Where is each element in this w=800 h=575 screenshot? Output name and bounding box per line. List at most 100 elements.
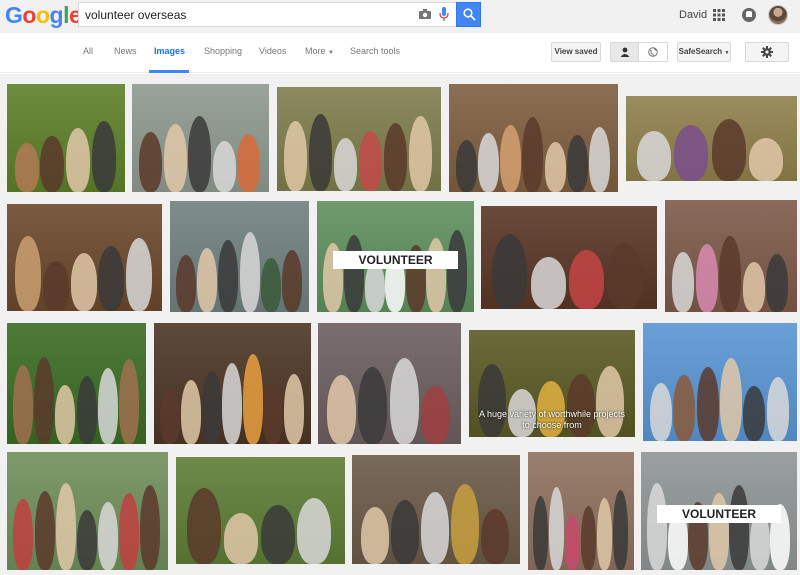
camera-icon[interactable] (419, 9, 431, 19)
photo-subject (261, 505, 295, 564)
photo-subject (447, 230, 467, 312)
photo-subject (98, 502, 118, 570)
notifications-icon[interactable] (742, 8, 756, 22)
image-caption: VOLUNTEER (332, 250, 459, 269)
photo-subject (549, 487, 564, 570)
photo-subject (181, 380, 201, 444)
photo-subject (359, 131, 382, 191)
image-result-thumbnail[interactable] (665, 200, 797, 312)
photo-subject (567, 135, 588, 192)
logo-letter: o (35, 2, 50, 28)
image-caption: VOLUNTEER (656, 505, 782, 524)
photo-subject (481, 509, 509, 564)
microphone-icon[interactable] (439, 7, 449, 22)
photo-subject (767, 377, 789, 441)
photo-subject (697, 367, 719, 441)
image-result-thumbnail[interactable] (626, 96, 797, 181)
avatar[interactable] (768, 5, 788, 25)
photo-subject (13, 365, 33, 444)
tab-all[interactable]: All (83, 46, 93, 56)
photo-subject (213, 141, 236, 192)
tab-more[interactable]: More ▼ (305, 46, 334, 56)
photo-subject (224, 513, 258, 564)
image-result-thumbnail[interactable] (7, 84, 125, 192)
image-result-thumbnail[interactable]: A huge variety of worthwhile projects to… (469, 330, 635, 437)
photo-subject (743, 386, 765, 441)
photo-subject (261, 258, 281, 312)
image-result-thumbnail[interactable] (481, 206, 657, 309)
photo-subject (390, 358, 419, 444)
photo-subject (77, 376, 97, 444)
image-result-thumbnail[interactable] (7, 323, 146, 444)
safesearch-dropdown[interactable]: SafeSearch ▼ (677, 42, 731, 62)
google-logo[interactable]: Google (5, 2, 82, 28)
photo-subject (545, 142, 566, 192)
safesearch-label: SafeSearch (678, 47, 723, 56)
search-button[interactable] (456, 2, 481, 27)
account-name[interactable]: David (679, 9, 707, 21)
photo-subject (327, 375, 356, 444)
photo-subject (522, 117, 543, 192)
photo-subject (720, 358, 742, 441)
photo-subject (729, 485, 749, 570)
tab-news[interactable]: News (114, 46, 137, 56)
view-saved-button[interactable]: View saved (551, 42, 601, 62)
active-tab-indicator (149, 70, 189, 73)
image-result-thumbnail[interactable] (643, 323, 797, 441)
image-result-thumbnail[interactable] (7, 452, 168, 570)
image-result-thumbnail[interactable] (449, 84, 618, 192)
photo-subject (40, 136, 64, 192)
image-result-thumbnail[interactable] (132, 84, 269, 192)
tab-videos[interactable]: Videos (259, 46, 286, 56)
top-bar: Google David (0, 0, 800, 33)
image-result-thumbnail[interactable] (154, 323, 311, 444)
photo-subject (297, 498, 331, 564)
settings-button[interactable] (745, 42, 789, 62)
photo-subject (456, 140, 477, 192)
photo-subject (712, 119, 746, 181)
search-box (78, 2, 456, 27)
photo-subject (569, 250, 604, 309)
tab-search-tools[interactable]: Search tools (350, 46, 400, 56)
personal-results-button[interactable] (611, 43, 639, 61)
image-result-thumbnail[interactable] (528, 452, 634, 570)
global-results-button[interactable] (639, 43, 667, 61)
photo-subject (696, 244, 718, 312)
photo-subject (188, 116, 211, 192)
photo-subject (719, 236, 741, 312)
photo-subject (344, 235, 364, 312)
photo-subject (282, 250, 302, 312)
photo-subject (71, 253, 97, 311)
chevron-down-icon: ▼ (328, 50, 334, 56)
photo-subject (66, 128, 90, 192)
image-result-thumbnail[interactable] (176, 457, 345, 564)
photo-subject (237, 134, 260, 192)
tab-shopping[interactable]: Shopping (204, 46, 242, 56)
photo-subject (43, 261, 69, 311)
image-result-thumbnail[interactable] (170, 201, 309, 312)
photo-subject (674, 125, 708, 181)
photo-subject (421, 492, 449, 564)
photo-subject (361, 507, 389, 564)
photo-subject (13, 499, 33, 570)
apps-grid-icon[interactable] (713, 9, 725, 21)
image-result-thumbnail[interactable]: VOLUNTEER (641, 452, 797, 570)
photo-subject (197, 248, 217, 312)
image-result-thumbnail[interactable] (277, 87, 441, 191)
image-result-thumbnail[interactable] (318, 323, 461, 444)
image-result-thumbnail[interactable] (7, 204, 162, 311)
photo-subject (672, 252, 694, 312)
photo-subject (409, 116, 432, 191)
photo-subject (263, 382, 283, 444)
photo-subject (139, 132, 162, 192)
photo-subject (243, 354, 263, 444)
search-input[interactable] (79, 3, 399, 26)
logo-letter: G (5, 2, 23, 28)
photo-subject (284, 121, 307, 191)
image-result-thumbnail[interactable] (352, 455, 520, 564)
search-tabs-bar: All News Images Shopping Videos More ▼ S… (0, 33, 800, 73)
image-result-thumbnail[interactable]: VOLUNTEER (317, 201, 474, 312)
photo-subject (284, 374, 304, 444)
photo-subject (34, 357, 54, 444)
tab-images[interactable]: Images (154, 46, 185, 56)
